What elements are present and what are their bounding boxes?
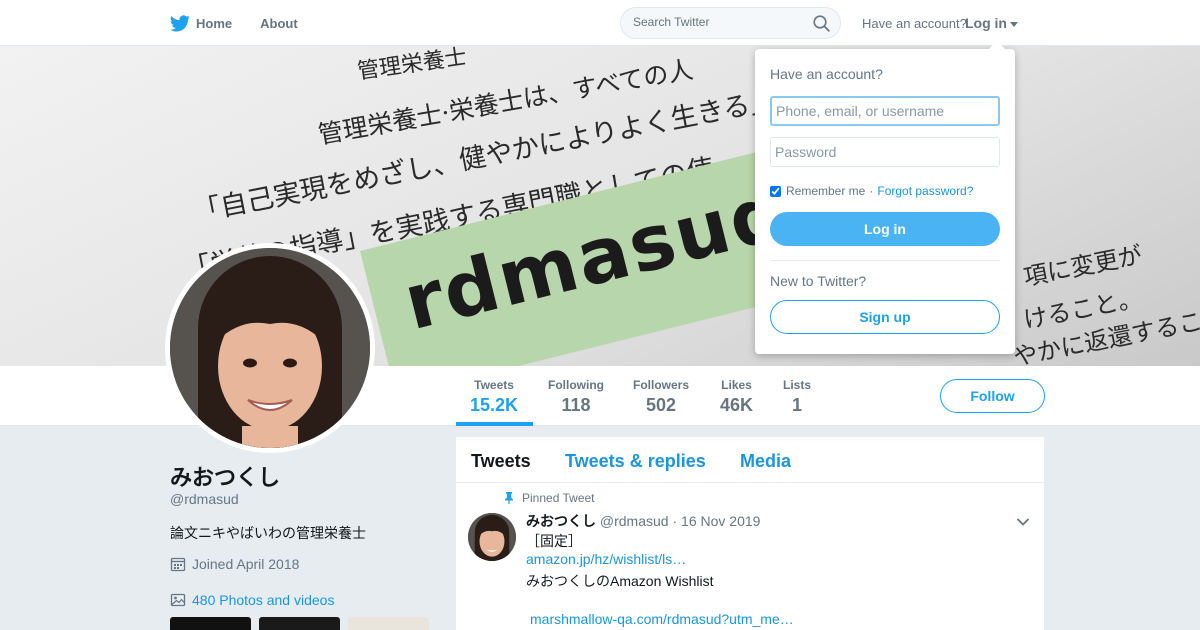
tweet-link-wishlist[interactable]: amazon.jp/hz/wishlist/ls… (526, 551, 686, 567)
remember-separator: · (869, 184, 874, 198)
search-input[interactable] (633, 15, 803, 29)
image-icon (170, 593, 186, 607)
follow-button[interactable]: Follow (940, 379, 1045, 413)
tweet-link-marshmallow[interactable]: marshmallow-qa.com/rdmasud?utm_me… (530, 611, 794, 627)
profile-handle[interactable]: @rdmasud (170, 491, 239, 507)
media-thumbnail[interactable] (170, 617, 251, 630)
have-account-text: Have an account? (862, 16, 967, 31)
tweet-separator: · (672, 513, 678, 529)
stat-following[interactable]: Following 118 (548, 378, 604, 416)
profile-joined-date: Joined April 2018 (170, 556, 299, 572)
username-field[interactable] (770, 96, 1000, 126)
tweet-text-line: ［固定］ (526, 533, 582, 549)
media-thumbnails (170, 617, 437, 630)
tweet-avatar-image (468, 513, 516, 561)
remember-label: Remember me (786, 184, 866, 198)
profile-avatar[interactable] (170, 248, 370, 448)
tab-media[interactable]: Media (740, 451, 791, 472)
dropdown-divider (770, 260, 1000, 261)
tab-tweets-replies[interactable]: Tweets & replies (565, 451, 706, 472)
profile-avatar-frame (165, 243, 375, 453)
about-link[interactable]: About (260, 16, 298, 31)
search-icon[interactable] (813, 15, 830, 32)
pinned-tweet-label: Pinned Tweet (504, 491, 595, 505)
stat-value: 502 (645, 395, 677, 415)
forgot-password-link[interactable]: Forgot password? (877, 184, 973, 198)
photos-label: 480 Photos and videos (192, 592, 335, 608)
stat-label: Followers (633, 378, 690, 392)
stat-likes[interactable]: Likes 46K (720, 378, 753, 416)
pin-icon (505, 492, 513, 504)
remember-row: Remember me · Forgot password? (770, 184, 973, 198)
nav-left: Home About (170, 0, 326, 46)
dropdown-arrow (988, 41, 1006, 50)
stat-value: 1 (792, 395, 803, 415)
timeline-panel: Tweets Tweets & replies Media Pinned Twe… (456, 437, 1044, 630)
twitter-bird-icon (170, 14, 190, 32)
login-button[interactable]: Log in (770, 212, 1000, 246)
tweet-text-line: みおつくしのAmazon Wishlist (526, 573, 714, 589)
home-label: Home (196, 15, 233, 31)
stat-label: Following (548, 378, 604, 392)
stat-label: Likes (721, 378, 752, 392)
login-dropdown-toggle[interactable]: Log in (965, 15, 1018, 31)
login-toggle-label: Log in (965, 15, 1007, 31)
calendar-icon (170, 557, 186, 572)
stat-value: 46K (720, 395, 754, 415)
new-to-twitter-text: New to Twitter? (770, 273, 867, 289)
remember-me-checkbox[interactable] (770, 185, 781, 197)
tweet-author-handle[interactable]: @rdmasud (600, 513, 669, 529)
stat-followers[interactable]: Followers 502 (633, 378, 689, 416)
profile-name[interactable]: みおつくし (170, 460, 280, 492)
tweet-author-name[interactable]: みおつくし (526, 513, 596, 529)
profile-bio: 論文ニキやばいわの管理栄養士 (170, 525, 366, 541)
chevron-down-icon[interactable] (1016, 515, 1030, 529)
stat-lists[interactable]: Lists 1 (783, 378, 811, 416)
signup-button[interactable]: Sign up (770, 300, 1000, 334)
timeline-tabs: Tweets Tweets & replies Media (456, 437, 1044, 483)
active-tab-indicator (456, 422, 533, 426)
photos-videos-link[interactable]: 480 Photos and videos (170, 592, 334, 608)
media-thumbnail[interactable] (259, 617, 340, 630)
joined-text: Joined April 2018 (192, 556, 300, 572)
tab-tweets[interactable]: Tweets (471, 451, 531, 472)
stat-value: 15.2K (470, 395, 519, 415)
home-link[interactable]: Home (170, 14, 233, 32)
stat-value: 118 (561, 395, 591, 415)
media-thumbnail[interactable] (348, 617, 429, 630)
avatar-portrait-image (170, 248, 370, 448)
tweet-date[interactable]: 16 Nov 2019 (681, 513, 760, 529)
tweet-header: みおつくし @rdmasud · 16 Nov 2019 (526, 511, 760, 531)
pinned-text: Pinned Tweet (522, 491, 595, 505)
caret-down-icon (1010, 21, 1018, 27)
about-label: About (260, 15, 298, 31)
search-box (620, 7, 841, 39)
top-navbar: Home About Have an account? Log in (0, 0, 1200, 46)
stat-label: Lists (783, 378, 812, 392)
stat-tweets[interactable]: Tweets 15.2K (470, 378, 518, 416)
login-dropdown: Have an account? Remember me · Forgot pa… (755, 41, 1015, 354)
stat-label: Tweets (474, 378, 514, 392)
password-field[interactable] (770, 137, 1000, 167)
dropdown-title: Have an account? (770, 66, 883, 82)
tweet-avatar[interactable] (468, 513, 516, 561)
